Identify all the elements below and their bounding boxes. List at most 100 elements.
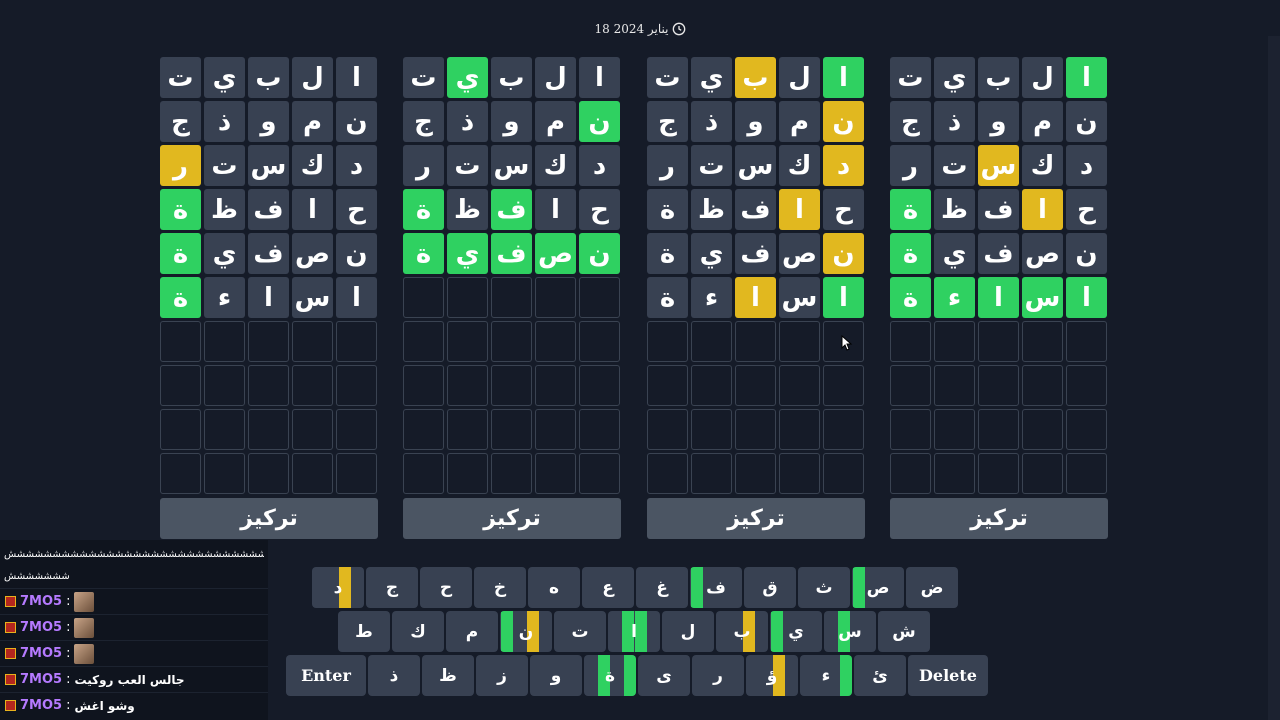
focus-button[interactable]: تركيز: [403, 498, 621, 539]
letter-tile: ف: [978, 233, 1019, 274]
keyboard-key[interactable]: ح: [420, 567, 472, 608]
letter-tile: ف: [735, 233, 776, 274]
delete-key[interactable]: Delete: [908, 655, 988, 696]
keyboard-key[interactable]: ص: [852, 567, 904, 608]
empty-tile: [336, 453, 377, 494]
empty-tile: [447, 321, 488, 362]
keyboard-key[interactable]: ت: [554, 611, 606, 652]
empty-tile: [336, 409, 377, 450]
keyboard-key[interactable]: ؤ: [746, 655, 798, 696]
keyboard-key[interactable]: م: [446, 611, 498, 652]
keyboard-key[interactable]: ي: [770, 611, 822, 652]
keyboard-key[interactable]: ظ: [422, 655, 474, 696]
focus-button[interactable]: تركيز: [160, 498, 378, 539]
letter-tile: ك: [779, 145, 820, 186]
letter-tile: ب: [978, 57, 1019, 98]
keyboard-key[interactable]: ك: [392, 611, 444, 652]
key-label: ح: [439, 577, 453, 598]
empty-tile: [735, 453, 776, 494]
empty-tile: [403, 277, 444, 318]
board-grid: تيبلاجذومنرتسكدةظفاحةيفصنةءاسا: [160, 57, 378, 494]
key-label: ع: [602, 577, 614, 598]
keyboard-key[interactable]: ه: [528, 567, 580, 608]
chat-message: 7MO5:: [0, 640, 268, 666]
key-label: ي: [788, 621, 804, 642]
keyboard-key[interactable]: ا: [608, 611, 660, 652]
keyboard-key[interactable]: ل: [662, 611, 714, 652]
keyboard-key[interactable]: ق: [744, 567, 796, 608]
letter-tile: ظ: [934, 189, 975, 230]
empty-tile: [890, 365, 931, 406]
letter-tile: ظ: [204, 189, 245, 230]
key-label: ط: [355, 621, 373, 642]
letter-tile: ذ: [691, 101, 732, 142]
letter-tile: ن: [336, 101, 377, 142]
enter-key[interactable]: Enter: [286, 655, 366, 696]
chat-spam-line-2: ششششششش: [4, 571, 71, 582]
keyboard-key[interactable]: ف: [690, 567, 742, 608]
key-label: ج: [385, 577, 399, 598]
keyboard-key[interactable]: و: [530, 655, 582, 696]
empty-tile: [1022, 453, 1063, 494]
keyboard-key[interactable]: ش: [878, 611, 930, 652]
letter-tile: و: [978, 101, 1019, 142]
key-label: ث: [815, 577, 833, 598]
empty-tile: [292, 409, 333, 450]
keyboard-key[interactable]: ذ: [368, 655, 420, 696]
empty-tile: [779, 365, 820, 406]
letter-tile: ن: [336, 233, 377, 274]
user-badge-icon: [5, 648, 16, 659]
empty-tile: [204, 365, 245, 406]
empty-tile: [447, 365, 488, 406]
keyboard-key[interactable]: ث: [798, 567, 850, 608]
empty-tile: [735, 321, 776, 362]
keyboard-key[interactable]: غ: [636, 567, 688, 608]
keyboard-key[interactable]: ز: [476, 655, 528, 696]
clock-icon: [672, 22, 685, 36]
key-label: ت: [571, 621, 589, 642]
letter-tile: ف: [735, 189, 776, 230]
keyboard-key[interactable]: ء: [800, 655, 852, 696]
focus-button[interactable]: تركيز: [890, 498, 1108, 539]
keyboard-key[interactable]: ر: [692, 655, 744, 696]
key-label: ر: [713, 665, 723, 686]
letter-tile: ب: [491, 57, 532, 98]
empty-tile: [403, 321, 444, 362]
key-label: ى: [656, 665, 672, 686]
scrollbar[interactable]: [1268, 36, 1280, 720]
keyboard-key[interactable]: خ: [474, 567, 526, 608]
keyboard-key[interactable]: ض: [906, 567, 958, 608]
key-label: ه: [548, 577, 560, 598]
keyboard-key[interactable]: د: [312, 567, 364, 608]
letter-tile: د: [823, 145, 864, 186]
letter-tile: ر: [647, 145, 688, 186]
keyboard-key[interactable]: ى: [638, 655, 690, 696]
empty-tile: [691, 453, 732, 494]
letter-tile: ة: [890, 189, 931, 230]
empty-tile: [447, 453, 488, 494]
keyboard-key[interactable]: ط: [338, 611, 390, 652]
keyboard-key[interactable]: ن: [500, 611, 552, 652]
keyboard-key[interactable]: ج: [366, 567, 418, 608]
letter-tile: ص: [535, 233, 576, 274]
letter-tile: ة: [647, 233, 688, 274]
letter-tile: و: [248, 101, 289, 142]
user-badge-icon: [5, 622, 16, 633]
focus-button[interactable]: تركيز: [647, 498, 865, 539]
empty-tile: [204, 453, 245, 494]
key-label: د: [333, 577, 343, 598]
letter-tile: د: [336, 145, 377, 186]
keyboard-key[interactable]: ئ: [854, 655, 906, 696]
key-label: ذ: [389, 665, 399, 686]
empty-tile: [579, 321, 620, 362]
chat-message: 7MO5:: [0, 588, 268, 614]
keyboard-key[interactable]: ع: [582, 567, 634, 608]
letter-tile: د: [579, 145, 620, 186]
letter-tile: ح: [823, 189, 864, 230]
keyboard-key[interactable]: ب: [716, 611, 768, 652]
letter-tile: ا: [735, 277, 776, 318]
letter-tile: م: [779, 101, 820, 142]
empty-tile: [1066, 453, 1107, 494]
keyboard-key[interactable]: ة: [584, 655, 636, 696]
keyboard-key[interactable]: س: [824, 611, 876, 652]
